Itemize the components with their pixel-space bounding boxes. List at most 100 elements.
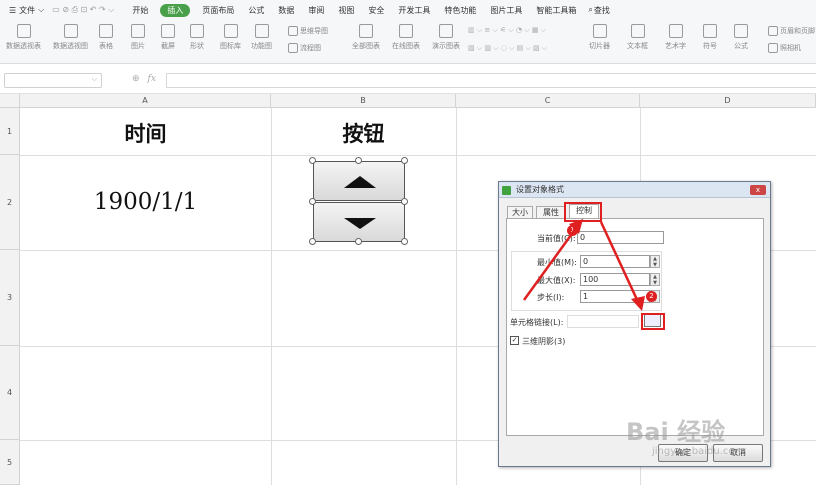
pivot-chart-icon — [63, 24, 78, 38]
all-charts-icon — [359, 24, 373, 38]
slicer-icon — [592, 24, 607, 38]
chevron-down-icon[interactable]: ⌵ — [38, 5, 44, 15]
wordart-button[interactable]: 艺术字 — [665, 24, 686, 51]
online-charts-button[interactable]: 在线图表 — [392, 24, 420, 51]
online-charts-icon — [399, 24, 413, 38]
column-header-d[interactable]: D — [640, 94, 816, 108]
watermark-logo: Bai 经验 — [626, 418, 726, 446]
symbol-button[interactable]: 符号 — [703, 24, 717, 51]
formula-input[interactable] — [166, 73, 816, 88]
shadow-checkbox[interactable]: ✓ — [510, 336, 519, 345]
function-chart-icon — [254, 24, 269, 38]
spin-button-control[interactable] — [309, 157, 408, 245]
omega-icon — [703, 24, 717, 38]
header-footer-button[interactable]: 页眉和页脚 — [768, 26, 815, 36]
screenshot-icon — [161, 24, 175, 38]
select-all-corner[interactable] — [0, 94, 20, 108]
icon-library-button[interactable]: 图标库 — [220, 24, 241, 51]
tab-smart-toolbox[interactable]: 智能工具箱 — [532, 5, 580, 16]
resize-handle[interactable] — [401, 198, 408, 205]
tab-data[interactable]: 数据 — [274, 5, 298, 16]
camera-button[interactable]: 照相机 — [768, 43, 801, 53]
textbox-button[interactable]: 文本框 — [627, 24, 648, 51]
table-button[interactable]: 表格 — [99, 24, 113, 51]
tab-insert[interactable]: 插入 — [160, 3, 191, 17]
name-box[interactable]: ⌵ — [4, 73, 102, 88]
spin-up-button[interactable] — [313, 161, 405, 201]
spin-down-button[interactable] — [313, 202, 405, 242]
row-header-5[interactable]: 5 — [0, 440, 20, 485]
watermark-url: jingyan.baidu.com — [652, 446, 745, 457]
file-menu[interactable]: 文件 — [19, 5, 35, 16]
icon-library-icon — [223, 24, 238, 38]
textbox-icon — [630, 24, 645, 38]
grid-line — [456, 108, 457, 485]
pi-icon — [734, 24, 748, 38]
cell-b1[interactable]: 按钮 — [271, 118, 456, 148]
annotation-arrows — [522, 219, 645, 311]
picture-icon — [131, 24, 145, 38]
pivot-table-button[interactable]: 数据透视表 — [6, 24, 41, 51]
formula-tools: ⊕ fx — [132, 74, 156, 84]
header-footer-icon — [768, 26, 778, 36]
tab-special[interactable]: 特色功能 — [440, 5, 480, 16]
search-label[interactable]: 查找 — [594, 5, 610, 16]
zoom-icon[interactable]: ⊕ — [132, 74, 140, 84]
flowchart-button[interactable]: 流程图 — [288, 43, 321, 53]
resize-handle[interactable] — [309, 157, 316, 164]
tab-home[interactable]: 开始 — [128, 5, 152, 16]
chevron-down-icon[interactable]: ⌵ — [92, 75, 97, 84]
all-charts-button[interactable]: 全部图表 — [352, 24, 380, 51]
function-chart-button[interactable]: 功能图 — [251, 24, 272, 51]
slicer-button[interactable]: 切片器 — [589, 24, 610, 51]
fx-icon[interactable]: fx — [148, 74, 156, 84]
row-header-4[interactable]: 4 — [0, 346, 20, 440]
column-header-c[interactable]: C — [456, 94, 640, 108]
wordart-icon — [668, 24, 683, 38]
column-header-b[interactable]: B — [271, 94, 456, 108]
resize-handle[interactable] — [355, 238, 362, 245]
pivot-chart-button[interactable]: 数据透视图 — [53, 24, 88, 51]
mind-map-icon — [288, 26, 298, 36]
row-header-2[interactable]: 2 — [0, 155, 20, 250]
pivot-table-icon — [16, 24, 31, 38]
demo-charts-button[interactable]: 演示图表 — [432, 24, 460, 51]
row-header-1[interactable]: 1 — [0, 108, 20, 155]
hamburger-icon[interactable]: ☰ — [9, 6, 16, 15]
ribbon: 数据透视表 数据透视图 表格 图片 截屏 形状 图标库 功能图 思维导图 流程图… — [0, 20, 816, 64]
shape-button[interactable]: 形状 — [190, 24, 204, 51]
mind-map-button[interactable]: 思维导图 — [288, 26, 328, 36]
tab-picture-tools[interactable]: 图片工具 — [486, 5, 526, 16]
resize-handle[interactable] — [401, 238, 408, 245]
resize-handle[interactable] — [401, 157, 408, 164]
triangle-down-icon — [344, 218, 376, 229]
tab-review[interactable]: 审阅 — [304, 5, 328, 16]
demo-charts-icon — [439, 24, 453, 38]
tab-developer[interactable]: 开发工具 — [394, 5, 434, 16]
cell-a1[interactable]: 时间 — [20, 118, 271, 148]
chart-type-icons-row2[interactable]: ▧ ⌵ ▥ ⌵ ◌ ⌵ ▤ ⌵ ▨ ⌵ — [468, 44, 547, 53]
row-header-3[interactable]: 3 — [0, 250, 20, 346]
search-icon[interactable]: ⌕ — [588, 5, 592, 15]
tab-view[interactable]: 视图 — [334, 5, 358, 16]
tab-security[interactable]: 安全 — [364, 5, 388, 16]
camera-icon — [768, 43, 778, 53]
quick-access-icons[interactable]: ▭ ⊘ ⎙ ⊡ ↶ ↷ ⌵ — [52, 5, 114, 15]
cell-a2[interactable]: 1900/1/1 — [20, 189, 271, 215]
flowchart-icon — [288, 43, 298, 53]
shape-icon — [190, 24, 204, 38]
column-header-a[interactable]: A — [20, 94, 271, 108]
table-icon — [99, 24, 113, 38]
tab-page-layout[interactable]: 页面布局 — [198, 5, 238, 16]
grid-line — [20, 155, 816, 156]
tab-formula[interactable]: 公式 — [244, 5, 268, 16]
chart-type-icons[interactable]: ▥ ⌵ ≡ ⌵ ⚟ ⌵ ◔ ⌵ ▦ ⌵ — [468, 26, 546, 35]
picture-button[interactable]: 图片 — [131, 24, 145, 51]
resize-handle[interactable] — [355, 157, 362, 164]
screenshot-button[interactable]: 截屏 — [161, 24, 175, 51]
menu-bar: ☰ 文件 ⌵ ▭ ⊘ ⎙ ⊡ ↶ ↷ ⌵ 开始 插入 页面布局 公式 数据 审阅… — [0, 0, 816, 20]
resize-handle[interactable] — [309, 198, 316, 205]
equation-button[interactable]: 公式 — [734, 24, 748, 51]
formula-bar: ⌵ ⊕ fx — [0, 64, 816, 94]
resize-handle[interactable] — [309, 238, 316, 245]
